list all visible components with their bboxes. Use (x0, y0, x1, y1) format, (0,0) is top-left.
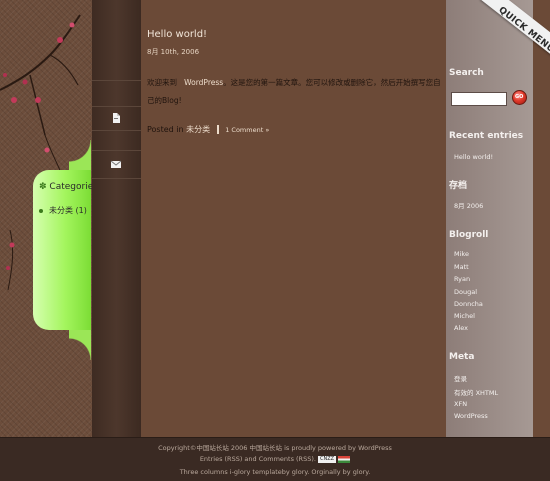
mail-icon[interactable] (109, 157, 123, 171)
divider (216, 125, 219, 134)
blogroll-link[interactable]: Alex (454, 324, 468, 332)
post-meta: Posted in 未分类 1 Comment » (147, 124, 269, 135)
categories-panel: ✽ Categories 未分类 (1) (33, 140, 98, 360)
search-go-button[interactable]: GO (512, 90, 527, 105)
posted-in-label: Posted in (147, 125, 184, 134)
left-decor-strip: ✽ Categories 未分类 (1) (0, 0, 98, 437)
blogroll-link[interactable]: Ryan (454, 275, 470, 283)
post-date: 8月 10th, 2006 (147, 48, 200, 56)
quick-menu-corner: QUICK MENU (446, 0, 550, 80)
blogroll-heading: Blogroll (449, 230, 489, 240)
comments-link[interactable]: 1 Comment » (225, 126, 269, 134)
cnzz-badge[interactable]: CNZZ (318, 455, 337, 463)
document-icon[interactable] (109, 111, 123, 125)
flag-badge-icon (338, 455, 351, 463)
categories-title: ✽ Categories (39, 182, 98, 192)
quick-menu-button[interactable]: QUICK MENU (480, 0, 550, 68)
archive-link[interactable]: 8月 2006 (454, 200, 483, 210)
bullet-icon (39, 208, 43, 213)
blogroll-link[interactable]: Dougal (454, 288, 477, 296)
main-content: Hello world! 8月 10th, 2006 欢迎来到 WordPres… (141, 0, 446, 437)
divider (92, 130, 141, 131)
post-category-link[interactable]: 未分类 (186, 125, 210, 134)
meta-heading: Meta (449, 352, 475, 362)
archives-heading: 存档 (449, 181, 468, 191)
flower-icon: ✽ (39, 182, 47, 192)
footer: Copyright©中国站长站 2006 中国站长站 is proudly po… (0, 437, 550, 481)
meta-link[interactable]: XFN (454, 400, 467, 408)
divider (92, 150, 141, 151)
meta-link[interactable]: 登录 (454, 373, 467, 383)
post-title-link[interactable]: Hello world! (147, 29, 207, 40)
footer-rss-line: Entries (RSS) and Comments (RSS). CNZZ (0, 455, 550, 463)
search-input[interactable] (451, 92, 507, 106)
rss-links[interactable]: Entries (RSS) and Comments (RSS). (200, 455, 316, 463)
recent-entries-heading: Recent entries (449, 131, 524, 141)
footer-copyright: Copyright©中国站长站 2006 中国站长站 is proudly po… (158, 444, 392, 452)
blogroll-link[interactable]: Mike (454, 250, 469, 258)
blogroll-link[interactable]: Donncha (454, 300, 483, 308)
divider (92, 106, 141, 107)
category-item[interactable]: 未分类 (1) (39, 205, 87, 216)
blogroll-link[interactable]: Michel (454, 312, 475, 320)
category-label[interactable]: 未分类 (49, 206, 73, 215)
meta-link[interactable]: WordPress (454, 412, 488, 420)
divider (92, 80, 141, 81)
post-body: 欢迎来到 WordPress。这是您的第一篇文章。您可以修改或删除它，然后开始撰… (147, 78, 441, 105)
meta-link[interactable]: 有效的 XHTML (454, 387, 498, 397)
wordpress-link[interactable]: WordPress (184, 78, 223, 87)
icon-column (92, 0, 141, 437)
footer-template-credit: Three columns i-glory templateby glory. … (179, 468, 371, 476)
recent-entry-link[interactable]: Hello world! (454, 153, 493, 161)
divider (92, 178, 141, 179)
blogroll-link[interactable]: Matt (454, 263, 469, 271)
category-count: (1) (75, 206, 87, 215)
